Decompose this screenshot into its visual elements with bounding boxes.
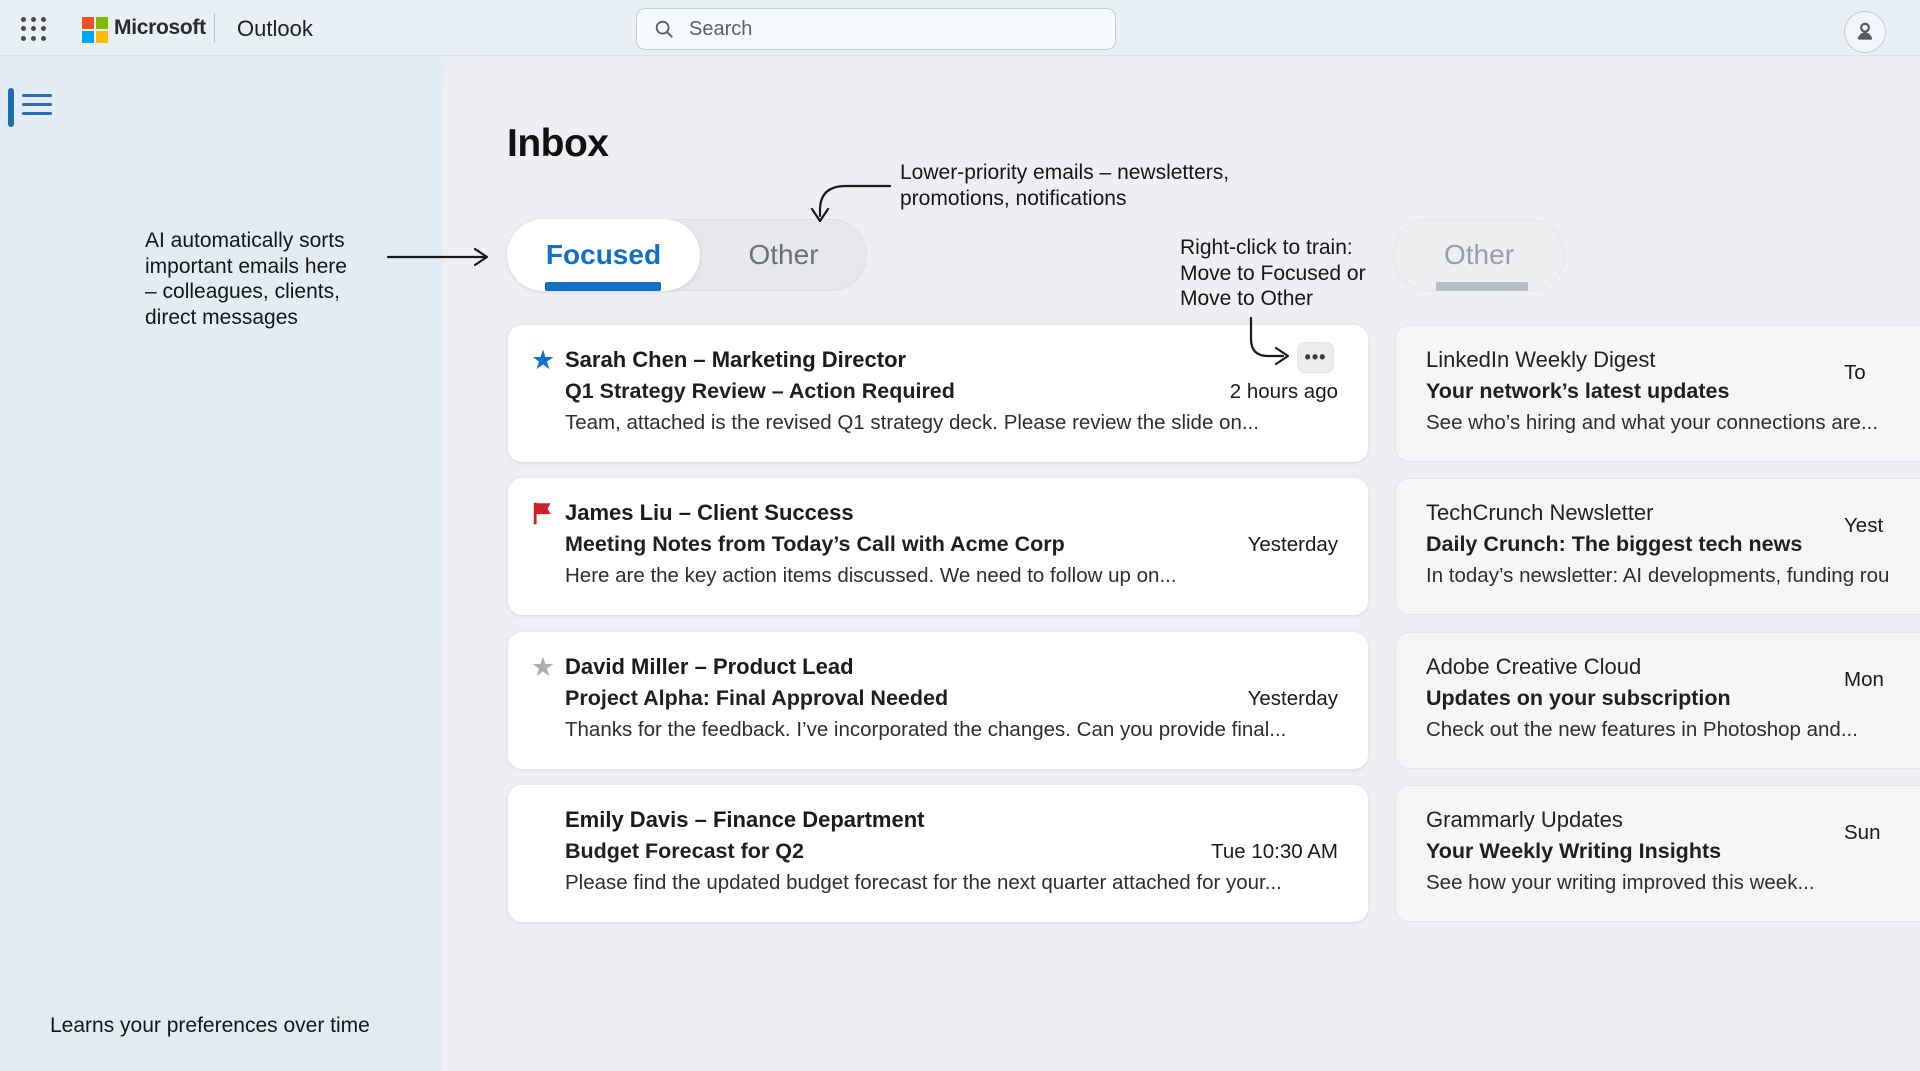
- email-row-adobe[interactable]: Adobe Creative Cloud Updates on your sub…: [1395, 632, 1920, 769]
- email-subject: Your Weekly Writing Insights: [1426, 839, 1721, 863]
- left-sidebar: AI automatically sorts important emails …: [0, 56, 443, 1071]
- tab-focused-label: Focused: [546, 239, 661, 271]
- email-row-sarah-chen[interactable]: ★ Sarah Chen – Marketing Director Q1 Str…: [508, 325, 1368, 462]
- search-bar[interactable]: [636, 8, 1116, 50]
- star-icon[interactable]: ★: [528, 345, 558, 375]
- other-column-tab[interactable]: Other: [1393, 219, 1565, 291]
- email-preview: Here are the key action items discussed.…: [565, 564, 1338, 588]
- email-timestamp: Mon: [1844, 668, 1884, 692]
- email-row-david-miller[interactable]: ★ David Miller – Product Lead Project Al…: [508, 632, 1368, 769]
- annotation-ai-sorts: AI automatically sorts important emails …: [145, 228, 347, 330]
- app-launcher-icon[interactable]: [18, 15, 48, 43]
- email-row-james-liu[interactable]: James Liu – Client Success Meeting Notes…: [508, 478, 1368, 615]
- focused-other-tab-group: Other Focused: [507, 219, 867, 291]
- hamburger-menu-button[interactable]: [22, 94, 52, 116]
- other-tab-underline: [1436, 282, 1528, 291]
- tab-focused[interactable]: Focused: [507, 219, 700, 291]
- annotation-lower-priority: Lower-priority emails – newsletters, pro…: [900, 160, 1229, 211]
- email-timestamp: Sun: [1844, 821, 1880, 845]
- person-icon: [1852, 19, 1878, 45]
- email-timestamp: Yesterday: [1236, 533, 1338, 557]
- sidebar-accent-bar: [8, 88, 14, 127]
- email-preview: Please find the updated budget forecast …: [565, 871, 1338, 895]
- email-sender: David Miller – Product Lead: [565, 652, 1338, 682]
- topbar-divider: [214, 13, 215, 43]
- email-preview: Check out the new features in Photoshop …: [1426, 718, 1920, 742]
- focused-tab-underline: [545, 282, 661, 291]
- star-icon[interactable]: ★: [528, 652, 558, 682]
- page-title: Inbox: [507, 122, 609, 166]
- email-sender: Sarah Chen – Marketing Director: [565, 345, 1338, 375]
- email-timestamp: Tue 10:30 AM: [1199, 840, 1338, 864]
- email-preview: See who’s hiring and what your connectio…: [1426, 411, 1920, 435]
- email-timestamp: To: [1844, 361, 1866, 385]
- flag-icon[interactable]: [528, 498, 558, 528]
- account-button[interactable]: [1844, 11, 1886, 53]
- email-subject: Updates on your subscription: [1426, 686, 1731, 710]
- outlook-window: Microsoft Outlook AI automatically sorts…: [0, 0, 1920, 1071]
- email-row-grammarly[interactable]: Grammarly Updates Your Weekly Writing In…: [1395, 785, 1920, 922]
- other-column-label: Other: [1444, 239, 1514, 271]
- email-subject: Project Alpha: Final Approval Needed: [565, 686, 948, 711]
- email-subject: Budget Forecast for Q2: [565, 839, 804, 864]
- email-preview: In today’s newsletter: AI developments, …: [1426, 564, 1920, 588]
- more-options-button[interactable]: •••: [1297, 342, 1334, 373]
- email-subject: Daily Crunch: The biggest tech news: [1426, 532, 1802, 556]
- email-timestamp: Yesterday: [1236, 687, 1338, 711]
- email-preview: See how your writing improved this week.…: [1426, 871, 1920, 895]
- email-timestamp: Yest: [1844, 514, 1883, 538]
- microsoft-logo-icon: [82, 17, 108, 43]
- tab-other[interactable]: Other: [700, 220, 867, 290]
- email-row-techcrunch[interactable]: TechCrunch Newsletter Daily Crunch: The …: [1395, 478, 1920, 615]
- email-row-emily-davis[interactable]: Emily Davis – Finance Department Budget …: [508, 785, 1368, 922]
- search-input[interactable]: [689, 18, 1089, 41]
- email-subject: Meeting Notes from Today’s Call with Acm…: [565, 532, 1065, 557]
- email-row-linkedin[interactable]: LinkedIn Weekly Digest Your network’s la…: [1395, 325, 1920, 462]
- top-bar: Microsoft Outlook: [0, 0, 1920, 56]
- email-preview: Team, attached is the revised Q1 strateg…: [565, 411, 1338, 435]
- email-timestamp: 2 hours ago: [1218, 380, 1338, 404]
- microsoft-label: Microsoft: [114, 16, 206, 40]
- email-subject: Q1 Strategy Review – Action Required: [565, 379, 955, 404]
- annotation-right-click-train: Right-click to train: Move to Focused or…: [1180, 235, 1366, 312]
- email-preview: Thanks for the feedback. I’ve incorporat…: [565, 718, 1338, 742]
- search-icon: [653, 18, 675, 40]
- email-sender: Emily Davis – Finance Department: [565, 805, 1338, 835]
- app-title: Outlook: [237, 16, 313, 42]
- email-subject: Your network’s latest updates: [1426, 379, 1729, 403]
- tab-other-label: Other: [748, 239, 818, 271]
- annotation-learns-preferences: Learns your preferences over time: [50, 1013, 370, 1039]
- email-sender: James Liu – Client Success: [565, 498, 1338, 528]
